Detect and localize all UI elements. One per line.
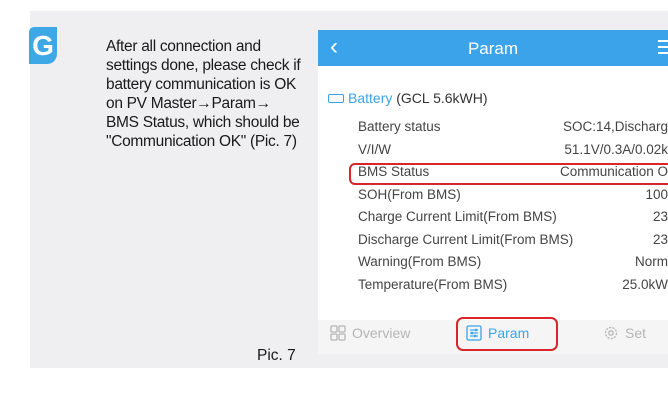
gear-icon [604,327,618,340]
row-label: SOH(From BMS) [358,186,461,202]
row-value: 100 [645,186,668,202]
row-value: 51.1V/0.3A/0.02k [564,141,668,157]
battery-section-header: Battery (GCL 5.6kWH) [328,90,488,106]
battery-label: Battery [348,90,393,106]
row-value: 25.0kW [622,276,668,292]
row-temperature: Temperature(From BMS) 25.0kW [318,274,668,297]
param-list: Battery status SOC:14,Discharg V/I/W 51.… [318,116,668,296]
overview-icon [330,325,346,341]
picture-caption: Pic. 7 [257,347,296,364]
row-charge-limit: Charge Current Limit(From BMS) 23 [318,206,668,229]
row-value: SOC:14,Discharg [562,119,668,134]
tab-overview-label: Overview [352,325,411,341]
tab-set-label: Set [625,325,647,341]
page-title: Param [467,39,519,58]
row-warning: Warning(From BMS) Norm [318,251,668,274]
bms-status-highlight [349,163,668,185]
row-discharge-limit: Discharge Current Limit(From BMS) 23 [318,229,668,252]
row-label: Charge Current Limit(From BMS) [358,209,557,224]
tab-overview[interactable]: Overview [330,325,410,342]
row-soh: SOH(From BMS) 100 [318,184,668,207]
param-tab-highlight [456,317,558,351]
menu-icon[interactable] [658,40,668,56]
phone-screenshot: ‹ Param Battery (GCL 5.6kWH) Battery sta… [318,30,668,354]
row-value: 23 [652,209,668,224]
row-vi-w: V/I/W 51.1V/0.3A/0.02k [318,139,668,162]
battery-model: (GCL 5.6kWH) [396,90,488,106]
instruction-text: After all connection and settings done, … [106,38,301,150]
app-header: ‹ Param [318,30,668,66]
row-label: Warning(From BMS) [358,254,482,269]
row-label: Battery status [358,119,441,134]
row-value: Norm [635,254,668,269]
tab-set[interactable]: Set [603,325,646,342]
row-label: Temperature(From BMS) [358,276,508,292]
row-value: 23 [652,231,668,247]
row-label: V/I/W [358,141,391,157]
row-battery-status: Battery status SOC:14,Discharg [318,116,668,139]
row-label: Discharge Current Limit(From BMS) [358,231,574,247]
battery-icon [328,93,344,103]
step-badge: G [29,27,57,64]
